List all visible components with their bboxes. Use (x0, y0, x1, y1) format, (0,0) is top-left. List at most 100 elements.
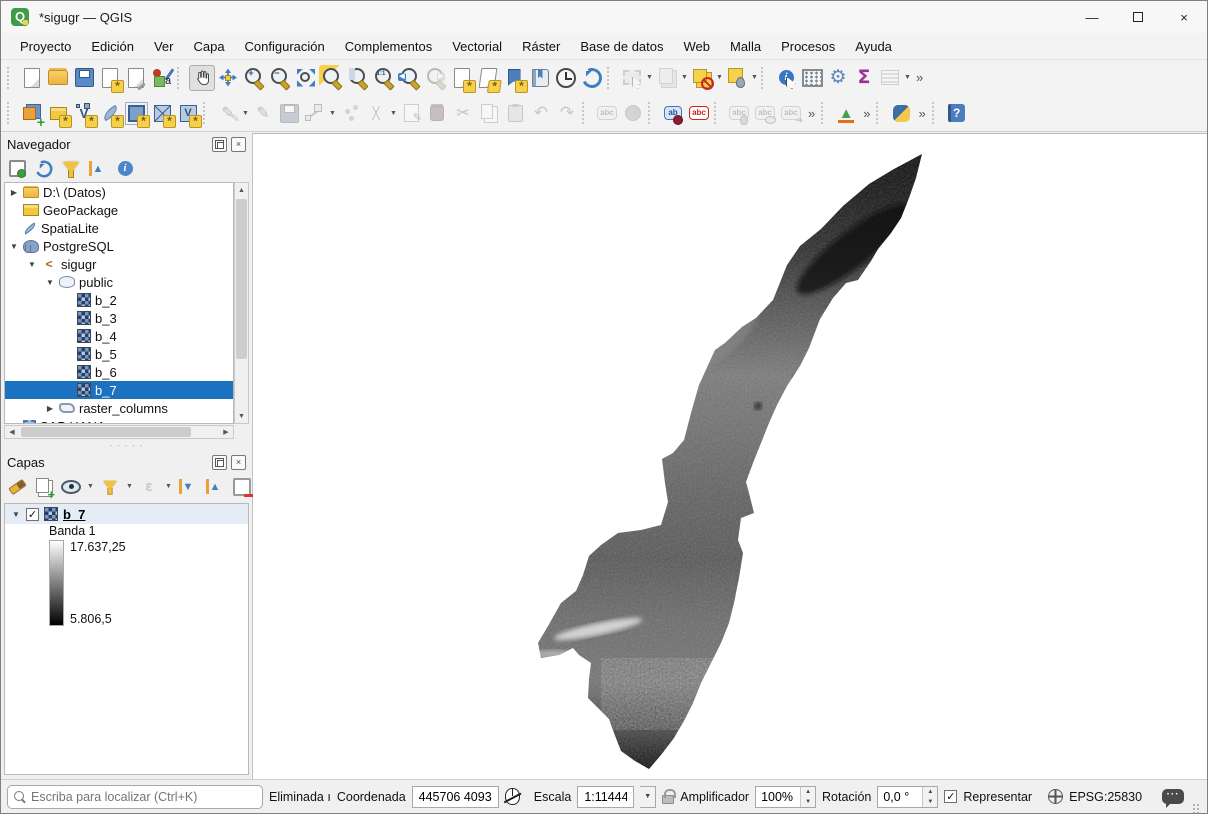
copy-features-button[interactable] (476, 100, 502, 126)
coordinate-input[interactable] (419, 790, 492, 804)
spin-down-icon[interactable]: ▼ (923, 797, 937, 807)
redo-button[interactable] (554, 100, 580, 126)
python-console-button[interactable] (888, 100, 914, 126)
add-group-button[interactable] (32, 475, 56, 499)
menu-proyecto[interactable]: Proyecto (11, 36, 80, 57)
close-button[interactable]: × (1161, 1, 1207, 33)
chevron-down-icon[interactable]: ▼ (715, 74, 724, 81)
menu-ayuda[interactable]: Ayuda (846, 36, 901, 57)
select-features-button[interactable] (619, 65, 645, 91)
chevron-down-icon[interactable]: ▼ (680, 74, 689, 81)
tree-item-b4[interactable]: b_4 (5, 327, 233, 345)
collapse-all-button[interactable] (203, 475, 227, 499)
filter-legend-button[interactable] (100, 476, 120, 496)
style-manager-button[interactable] (149, 65, 175, 91)
tree-item-b7-selected[interactable]: b_7 (5, 381, 233, 399)
toolbar-overflow-button[interactable]: » (912, 70, 927, 85)
digitize-segment-button[interactable] (302, 100, 328, 126)
expander-icon[interactable]: ▼ (27, 260, 37, 269)
tree-item-raster-columns[interactable]: ▶raster_columns (5, 399, 233, 417)
tree-item-postgresql[interactable]: ▼PostgreSQL (5, 237, 233, 255)
toolbar-handle[interactable] (714, 102, 722, 124)
toolbar-handle[interactable] (203, 102, 211, 124)
render-checkbox[interactable]: ✓ (944, 790, 957, 803)
deselect-all-layers-button[interactable] (689, 65, 715, 91)
close-panel-button[interactable]: × (231, 455, 246, 470)
manage-map-themes-button[interactable] (59, 475, 83, 499)
toolbar-handle[interactable] (932, 102, 940, 124)
chevron-down-icon[interactable]: ▼ (328, 110, 337, 117)
show-hidden-labels-button[interactable] (752, 100, 778, 126)
rotation-spinbox[interactable]: ▲▼ (877, 786, 938, 808)
scroll-up-icon[interactable]: ▲ (235, 183, 248, 197)
menu-ver[interactable]: Ver (145, 36, 183, 57)
delete-selected-button[interactable] (424, 100, 450, 126)
scroll-right-icon[interactable]: ▶ (219, 428, 233, 436)
minimize-button[interactable]: — (1069, 1, 1115, 33)
current-edits-button[interactable] (215, 100, 241, 126)
new-geopackage-layer-button[interactable] (45, 100, 71, 126)
tree-item-b6[interactable]: b_6 (5, 363, 233, 381)
save-project-button[interactable] (71, 65, 97, 91)
menu-capa[interactable]: Capa (184, 36, 233, 57)
tree-item-b3[interactable]: b_3 (5, 309, 233, 327)
toolbar-handle[interactable] (7, 67, 15, 89)
extents-icon[interactable] (505, 788, 520, 805)
layer-diagrams-button[interactable] (620, 100, 646, 126)
vertex-tool-button[interactable] (363, 100, 389, 126)
browser-horizontal-scrollbar[interactable]: ◀ ▶ (4, 425, 234, 439)
browser-vertical-scrollbar[interactable]: ▲ ▼ (234, 182, 249, 424)
paste-features-button[interactable] (502, 100, 528, 126)
menu-web[interactable]: Web (675, 36, 720, 57)
select-by-value-button[interactable] (724, 65, 750, 91)
panel-splitter[interactable] (1, 441, 252, 449)
toolbar-handle[interactable] (7, 102, 15, 124)
float-panel-button[interactable] (212, 137, 227, 152)
spin-up-icon[interactable]: ▲ (801, 787, 815, 797)
tree-item-b5[interactable]: b_5 (5, 345, 233, 363)
zoom-to-selection-button[interactable] (319, 65, 345, 91)
statistical-summary-button[interactable] (799, 65, 825, 91)
menu-procesos[interactable]: Procesos (772, 36, 844, 57)
toggle-editing-button[interactable] (250, 100, 276, 126)
menu-vectorial[interactable]: Vectorial (443, 36, 511, 57)
pan-map-button[interactable] (189, 65, 215, 91)
magnifier-input[interactable] (756, 790, 800, 804)
new-3d-map-view-button[interactable] (473, 65, 503, 91)
data-source-manager-button[interactable] (19, 100, 45, 126)
map-canvas[interactable] (253, 133, 1207, 779)
properties-widget-button[interactable] (113, 157, 137, 181)
toolbar-handle[interactable] (821, 102, 829, 124)
grass-tools-button[interactable] (833, 100, 859, 126)
chevron-down-icon[interactable]: ▼ (389, 110, 398, 117)
tree-item-geopackage[interactable]: GeoPackage (5, 201, 233, 219)
chevron-down-icon[interactable]: ▼ (164, 483, 173, 490)
highlight-pinned-labels-button[interactable] (686, 100, 712, 126)
tree-item-b2[interactable]: b_2 (5, 291, 233, 309)
chevron-down-icon[interactable]: ▼ (241, 110, 250, 117)
chevron-down-icon[interactable]: ▼ (903, 74, 912, 81)
pin-labels-button[interactable] (660, 100, 686, 126)
new-mesh-layer-button[interactable] (149, 100, 175, 126)
zoom-to-layer-button[interactable] (345, 65, 371, 91)
new-virtual-layer-button[interactable] (123, 100, 149, 126)
locator-search[interactable] (7, 785, 263, 809)
expander-icon[interactable]: ▼ (9, 242, 19, 251)
zoom-out-button[interactable]: − (267, 65, 293, 91)
open-layer-styling-button[interactable] (5, 475, 29, 499)
scroll-down-icon[interactable]: ▼ (235, 409, 248, 423)
expander-icon[interactable]: ▼ (45, 278, 55, 287)
new-spatialite-layer-button[interactable] (97, 100, 123, 126)
save-layer-edits-button[interactable] (276, 100, 302, 126)
tree-item-spatialite[interactable]: SpatiaLite (5, 219, 233, 237)
maximize-button[interactable] (1115, 1, 1161, 33)
toolbar-overflow-button[interactable]: » (804, 106, 819, 121)
new-shapefile-layer-button[interactable] (71, 100, 97, 126)
select-features-by-form-button[interactable] (654, 65, 680, 91)
refresh-map-button[interactable] (579, 65, 605, 91)
crs-globe-icon[interactable] (1048, 789, 1063, 804)
expand-all-button[interactable] (176, 475, 200, 499)
float-panel-button[interactable] (212, 455, 227, 470)
rotation-input[interactable] (878, 790, 922, 804)
chevron-down-icon[interactable]: ▼ (86, 483, 95, 490)
